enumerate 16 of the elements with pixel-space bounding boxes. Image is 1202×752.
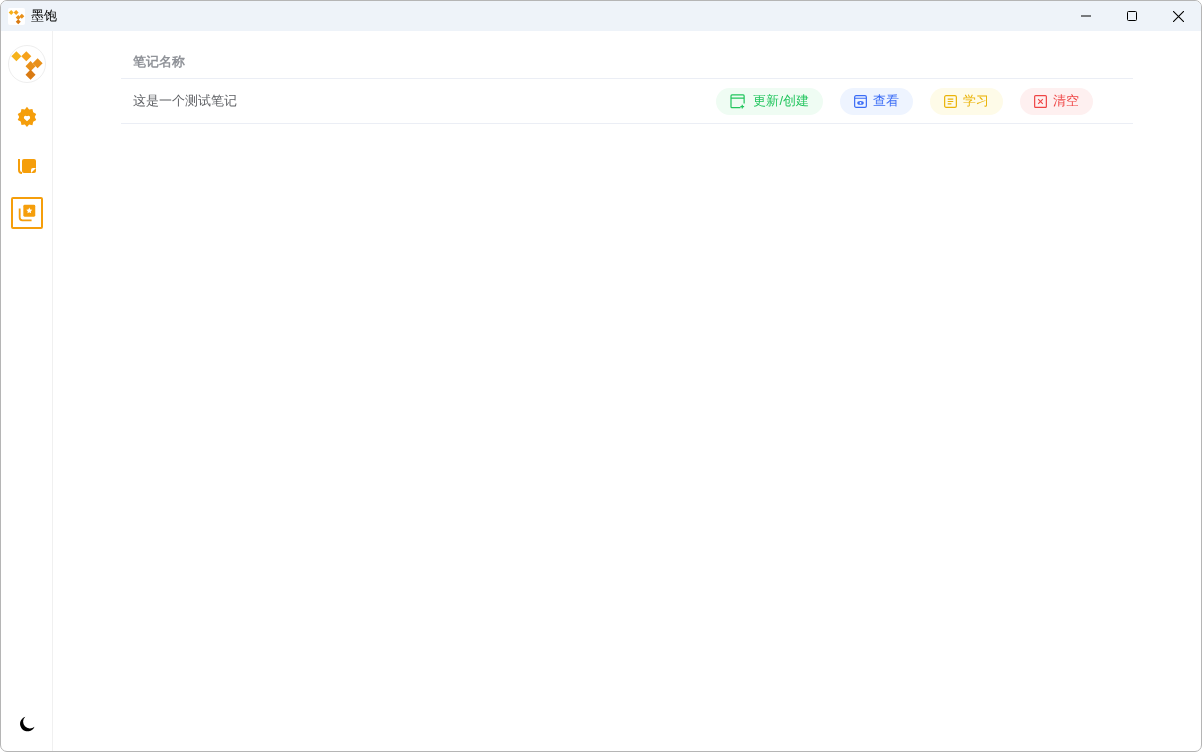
add-window-icon — [730, 93, 748, 109]
close-box-icon — [1034, 94, 1047, 108]
gear-icon — [15, 106, 38, 128]
logo-icon — [7, 7, 25, 25]
update-create-button[interactable]: 更新/创建 — [716, 87, 823, 115]
sidebar-item[interactable] — [10, 197, 43, 229]
column-header: 笔记名称 — [133, 52, 185, 71]
clear-button[interactable]: 清空 — [1020, 87, 1093, 115]
close-icon — [1172, 10, 1184, 22]
study-button[interactable]: 学习 — [930, 87, 1003, 115]
document-icon — [944, 94, 957, 108]
table-cell-text: 这是一个测试笔记 — [133, 92, 237, 111]
window-title: 墨饱 — [31, 7, 57, 26]
eye-window-icon — [854, 94, 867, 108]
view-button[interactable]: 查看 — [840, 87, 913, 115]
maximize-icon — [1127, 11, 1137, 21]
